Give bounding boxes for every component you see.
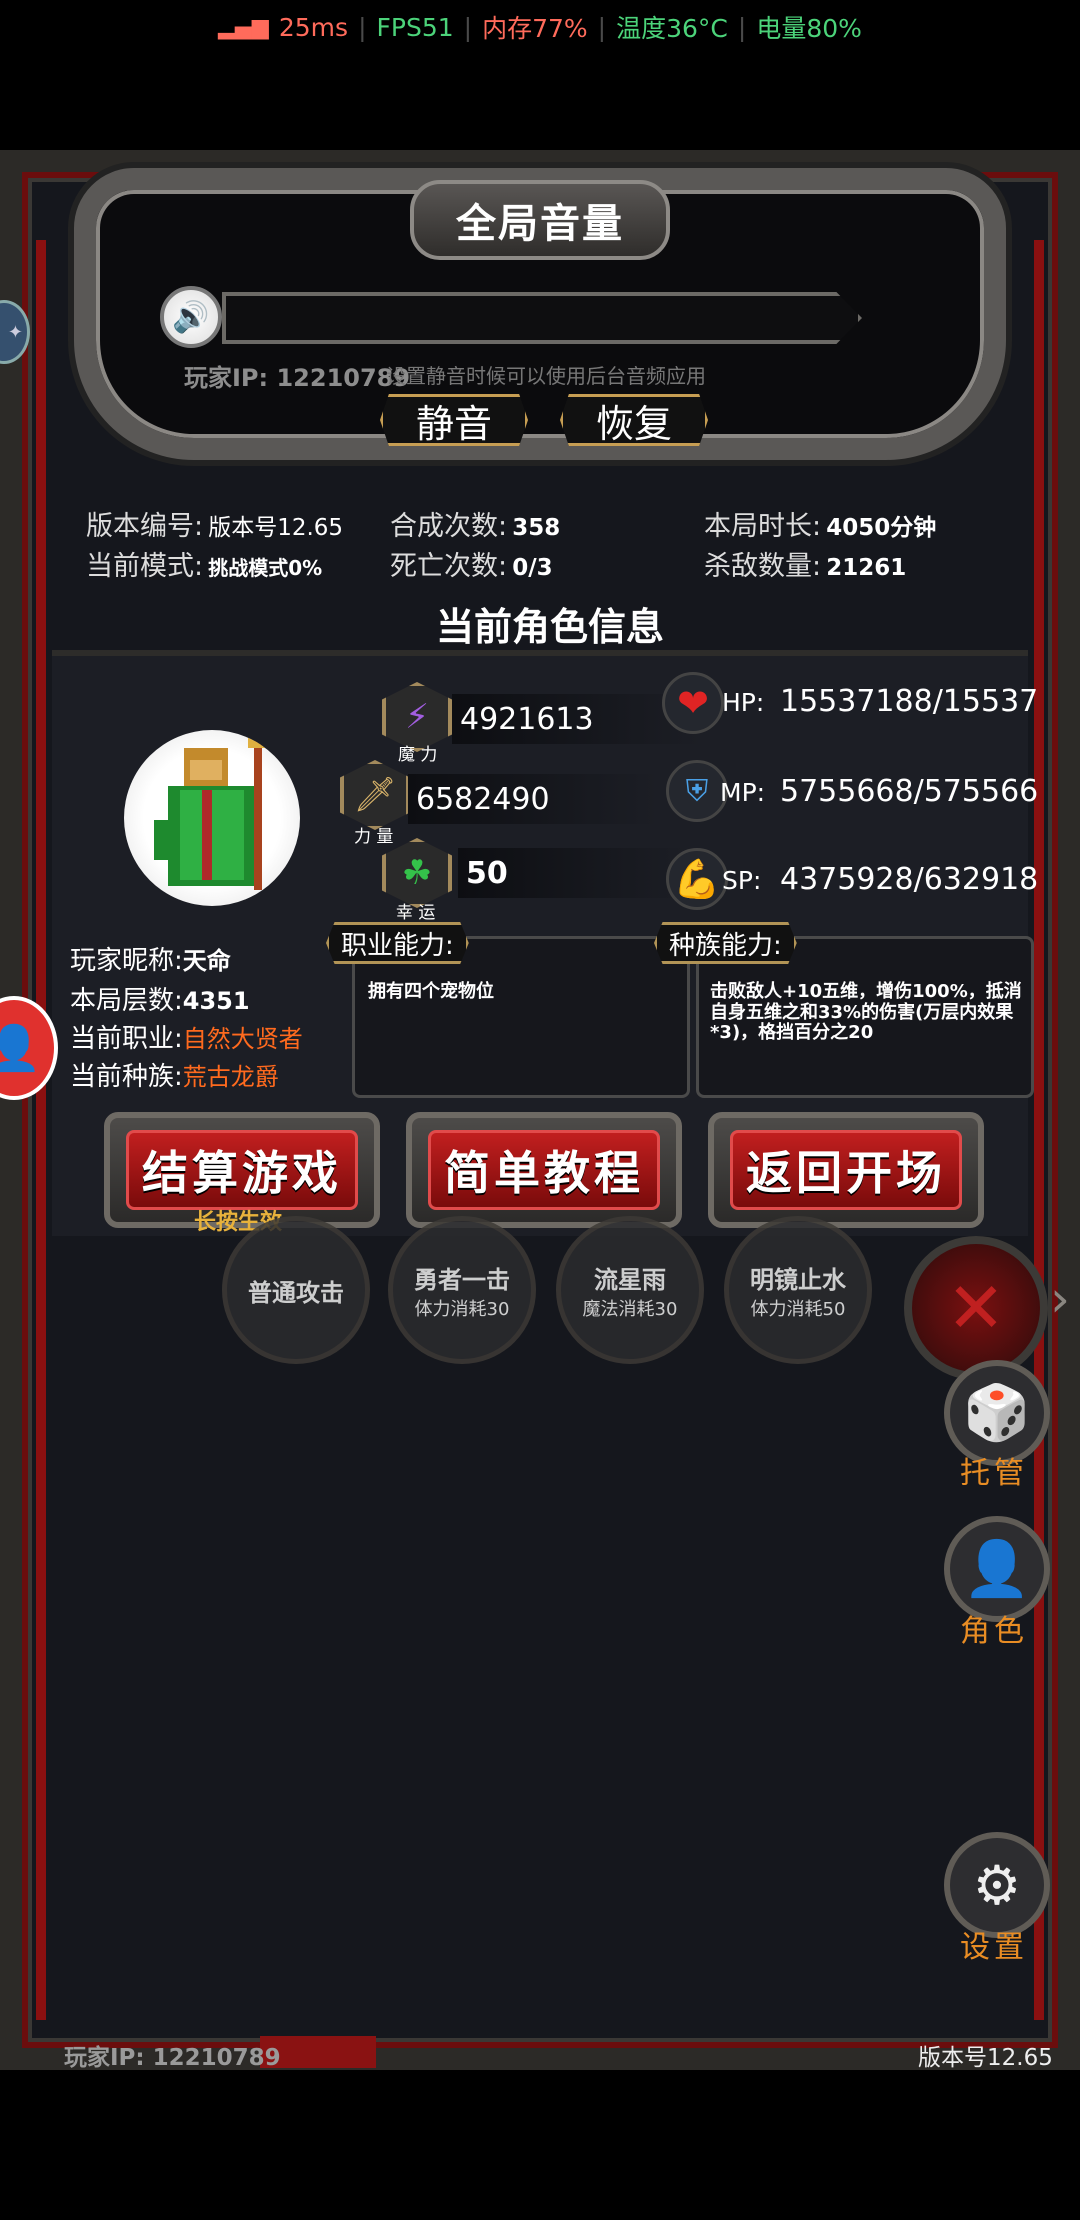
muscle-icon: 💪 [666,848,728,910]
mode-stat: 当前模式: 挑战模式0% [86,544,322,583]
skill-name: 普通攻击 [248,1278,344,1307]
volume-title: 全局音量 [410,180,670,260]
luck-value: 50 [458,848,688,898]
job-ability-text: 拥有四个宠物位 [368,981,494,1002]
footer-player-ip: 玩家IP: 12210789 [64,2045,281,2071]
skill-cost: 体力消耗50 [750,1298,846,1320]
mode-label: 当前模式: [86,551,204,582]
speaker-icon[interactable]: 🔊 [160,286,222,348]
role-label[interactable]: 角色 [960,1606,1028,1650]
strength-caption: 力 量 [354,827,394,847]
skill-calm-mirror[interactable]: 明镜止水 体力消耗50 [724,1216,872,1364]
close-icon[interactable]: ✕ [904,1236,1048,1380]
status-bar: ▂▄▆ 25ms | FPS51 | 内存77% | 温度36°C | 电量80… [0,0,1080,54]
kills-value: 21261 [826,555,907,581]
skill-cost: 魔法消耗30 [582,1298,678,1320]
race-value: 荒古龙爵 [182,1063,279,1091]
synth-value: 358 [512,515,561,541]
memory-text: 内存77% [482,14,588,43]
kills-stat: 杀敌数量: 21261 [704,544,906,583]
hp-value: 15537188/15537188 [780,684,1038,719]
synth-stat: 合成次数: 358 [390,504,560,543]
race-ability-text: 击败敌人+10五维，增伤100%，抵消自身五维之和33%的伤害(万层内效果*3)… [710,981,1022,1044]
frame-red-strip-right [1034,240,1044,2020]
mp-value: 5755668/5755668 [780,774,1038,809]
frame-red-strip-left [36,240,46,2020]
tutorial-label: 简单教程 [427,1130,661,1210]
version-value: 版本号12.65 [208,515,344,541]
hp-label: HP: [722,688,765,717]
death-label: 死亡次数: [390,551,508,582]
job-label: 当前职业: [70,1024,183,1054]
nickname-label: 玩家昵称: [70,946,183,976]
skill-meteor-rain[interactable]: 流星雨 魔法消耗30 [556,1216,704,1364]
floor-row: 本局层数:4351 [70,980,250,1017]
race-row: 当前种族:荒古龙爵 [70,1056,279,1093]
character-avatar [124,730,300,906]
heart-icon: ❤ [662,672,724,734]
chevron-right-icon[interactable]: › [1050,1270,1070,1328]
nickname-value: 天命 [182,947,231,975]
restore-button[interactable]: 恢复 [560,394,708,446]
job-value: 自然大贤者 [182,1025,303,1053]
nickname-row: 玩家昵称:天命 [70,940,231,977]
player-ip-text: 玩家IP: 12210789 [184,364,411,392]
job-ability-tab: 职业能力: [326,922,469,964]
mute-hint-text: 设置静音时候可以使用后台音频应用 [386,364,706,388]
version-stat: 版本编号: 版本号12.65 [86,504,343,543]
temperature-text: 温度36°C [616,14,728,43]
skill-hero-strike[interactable]: 勇者一击 体力消耗30 [388,1216,536,1364]
synth-label: 合成次数: [390,511,508,542]
skill-normal-attack[interactable]: 普通攻击 [222,1216,370,1364]
battery-text: 电量80% [756,14,862,43]
sp-label: SP: [722,866,762,895]
race-ability-tab: 种族能力: [654,922,797,964]
footer-version: 版本号12.65 [918,2045,1053,2071]
skill-name: 明镜止水 [750,1265,846,1294]
sp-value: 4375928/6329184 [780,862,1038,897]
tutorial-button[interactable]: 简单教程 [406,1112,682,1228]
mute-button[interactable]: 静音 [380,394,528,446]
skill-name: 流星雨 [594,1265,666,1294]
settings-label[interactable]: 设置 [960,1922,1028,1966]
character-section-title: 当前角色信息 [435,605,664,649]
volume-slider[interactable] [222,292,862,344]
wizard-sprite-icon [154,734,268,890]
return-start-button[interactable]: 返回开场 [708,1112,984,1228]
ping-text: 25ms [278,12,349,42]
magic-caption: 魔 力 [398,745,438,765]
luck-caption: 幸 运 [396,903,436,923]
floor-value: 4351 [182,987,250,1015]
skill-name: 勇者一击 [414,1265,510,1294]
mana-icon: ⛨ [666,760,728,822]
duration-stat: 本局时长: 4050分钟 [704,504,936,543]
fps-text: FPS51 [376,12,454,42]
skill-cost: 体力消耗30 [414,1298,510,1320]
strength-value: 6582490 [408,774,658,824]
floor-label: 本局层数: [70,986,183,1016]
version-label: 版本编号: [86,511,204,542]
settle-game-label: 结算游戏 [125,1130,359,1210]
mp-label: MP: [720,778,766,807]
signal-icon: ▂▄▆ [218,14,269,40]
return-start-label: 返回开场 [729,1130,963,1210]
job-row: 当前职业:自然大贤者 [70,1018,303,1055]
death-stat: 死亡次数: 0/3 [390,544,553,583]
duration-label: 本局时长: [704,511,822,542]
mode-value: 挑战模式0% [208,556,323,580]
death-value: 0/3 [512,555,553,581]
kills-label: 杀敌数量: [704,551,822,582]
duration-value: 4050分钟 [826,515,937,541]
race-label: 当前种族: [70,1062,183,1092]
auto-label[interactable]: 托管 [960,1448,1028,1492]
